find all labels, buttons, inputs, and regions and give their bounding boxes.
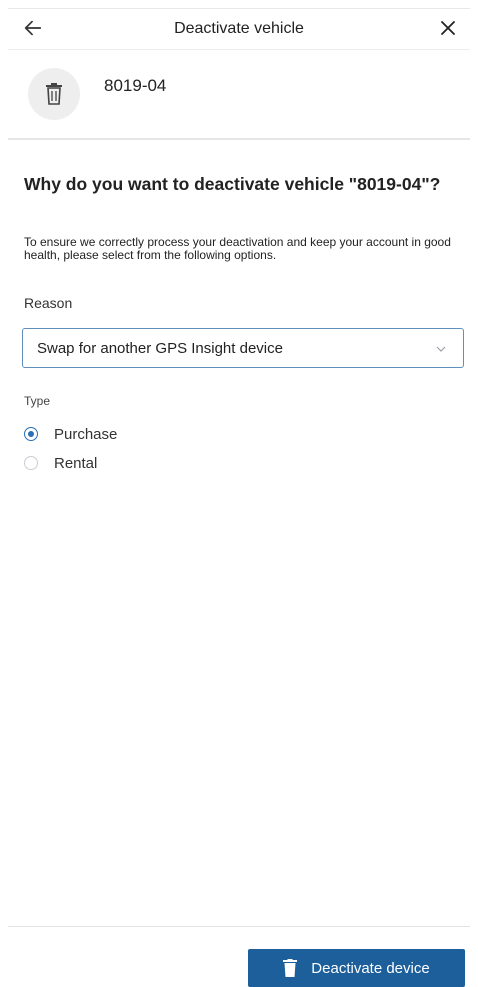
reason-select[interactable]: Swap for another GPS Insight device: [22, 328, 464, 368]
vehicle-avatar: [28, 68, 80, 120]
deactivation-intro: To ensure we correctly process your deac…: [24, 235, 451, 262]
type-label: Type: [24, 394, 51, 408]
footer-divider: [8, 926, 470, 927]
vehicle-id: 8019-04: [104, 76, 167, 95]
deactivate-vehicle-page: Deactivate vehicle 8019-04 Why do you wa…: [0, 0, 478, 987]
deactivation-question: Why do you want to deactivate vehicle "8…: [24, 174, 441, 194]
page-title: Deactivate vehicle: [174, 20, 304, 37]
type-option-label: Purchase: [54, 425, 118, 443]
type-option-purchase[interactable]: Purchase: [24, 424, 117, 444]
arrow-left-icon[interactable]: [22, 17, 44, 39]
reason-label: Reason: [24, 295, 73, 311]
close-icon[interactable]: [436, 16, 460, 40]
vehicle-summary: 8019-04: [8, 56, 470, 140]
trash-icon: [46, 83, 62, 105]
type-option-rental[interactable]: Rental: [24, 453, 97, 473]
radio-rental[interactable]: [24, 456, 38, 470]
trash-icon: [283, 959, 298, 977]
deactivate-device-button[interactable]: Deactivate device: [248, 949, 465, 987]
chevron-down-icon: [436, 346, 446, 352]
type-option-label: Rental: [54, 454, 98, 472]
radio-purchase[interactable]: [24, 427, 38, 441]
reason-select-value: Swap for another GPS Insight device: [37, 340, 283, 357]
header-bar: Deactivate vehicle: [8, 8, 470, 50]
deactivate-device-label: Deactivate device: [311, 959, 430, 977]
